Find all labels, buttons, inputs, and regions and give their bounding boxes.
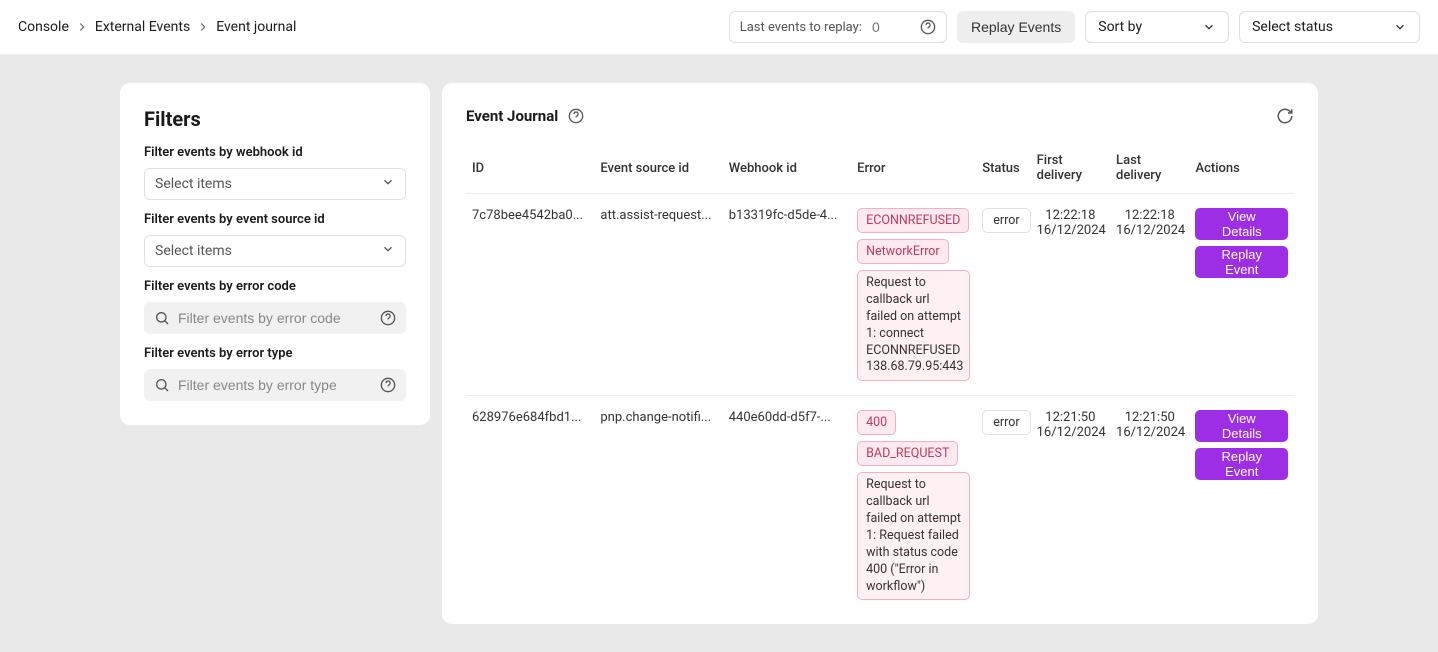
breadcrumb: Console External Events Event journal [18,19,296,35]
cell-source: pnp.change-notifi... [600,410,716,425]
status-badge: error [982,208,1030,233]
help-icon[interactable] [380,377,396,393]
col-webhook: Webhook id [723,143,851,194]
select-status-select[interactable]: Select status [1239,11,1420,43]
actions-stack: View Details Replay Event [1195,208,1288,278]
search-icon [154,310,170,326]
error-code-badge: ECONNREFUSED [857,208,969,233]
filter-source-label: Filter events by event source id [144,212,406,227]
cell-first-delivery: 12:22:18 16/12/2024 [1037,208,1104,238]
filter-error-code-input[interactable] [178,310,372,326]
select-status-label: Select status [1252,19,1333,35]
filter-error-code-label: Filter events by error code [144,279,406,294]
col-first: First delivery [1031,143,1110,194]
filter-source-value: Select items [155,243,232,259]
cell-last-delivery: 12:21:50 16/12/2024 [1116,410,1183,440]
breadcrumb-external-events[interactable]: External Events [95,19,190,35]
chevron-right-icon [75,20,89,34]
error-code-badge: NetworkError [857,239,949,264]
filter-error-type-input[interactable] [178,377,372,393]
help-icon[interactable] [568,108,584,124]
filter-webhook-select[interactable]: Select items [144,168,406,200]
page-body: Filters Filter events by webhook id Sele… [0,55,1438,652]
replay-events-button[interactable]: Replay Events [957,11,1075,43]
help-icon[interactable] [920,19,936,35]
topbar: Console External Events Event journal La… [0,0,1438,55]
chevron-down-icon [381,175,395,193]
actions-stack: View Details Replay Event [1195,410,1288,480]
replay-event-button[interactable]: Replay Event [1195,246,1288,278]
table-header-row: ID Event source id Webhook id Error Stat… [466,143,1294,194]
chevron-down-icon [1202,20,1216,34]
refresh-icon[interactable] [1276,107,1294,125]
chevron-down-icon [1393,20,1407,34]
filter-error-type-label: Filter events by error type [144,346,406,361]
filters-title: Filters [144,107,406,131]
error-code-badge: BAD_REQUEST [857,441,958,466]
filter-error-code-wrap[interactable] [144,302,406,334]
breadcrumb-event-journal[interactable]: Event journal [216,19,296,35]
view-details-button[interactable]: View Details [1195,410,1288,442]
filter-webhook-label: Filter events by webhook id [144,145,406,160]
error-message-badge: Request to callback url failed on attemp… [857,472,970,600]
replay-event-button[interactable]: Replay Event [1195,448,1288,480]
sort-by-select[interactable]: Sort by [1085,11,1229,43]
sort-by-label: Sort by [1098,19,1142,35]
journal-header: Event Journal [466,107,1294,125]
col-id: ID [466,143,594,194]
topbar-right: Last events to replay: Replay Events Sor… [729,11,1420,43]
help-icon[interactable] [380,310,396,326]
error-message-badge: Request to callback url failed on attemp… [857,270,970,381]
breadcrumb-console[interactable]: Console [18,19,69,35]
view-details-button[interactable]: View Details [1195,208,1288,240]
cell-id: 7c78bee4542ba0... [472,208,588,223]
error-stack: ECONNREFUSED NetworkError Request to callb… [857,208,970,381]
journal-panel: Event Journal ID Event source id Webhook… [442,83,1318,624]
cell-source: att.assist-request... [600,208,716,223]
cell-last-delivery: 12:22:18 16/12/2024 [1116,208,1183,238]
filter-webhook-value: Select items [155,176,232,192]
col-last: Last delivery [1110,143,1189,194]
filter-error-type-wrap[interactable] [144,369,406,401]
status-badge: error [982,410,1030,435]
chevron-right-icon [196,20,210,34]
col-actions: Actions [1189,143,1294,194]
journal-title: Event Journal [466,107,558,125]
cell-id: 628976e684fbd1... [472,410,588,425]
replay-label: Last events to replay: [740,20,862,35]
col-error: Error [851,143,976,194]
error-stack: 400 BAD_REQUEST Request to callback url fa… [857,410,970,600]
cell-first-delivery: 12:21:50 16/12/2024 [1037,410,1104,440]
col-source: Event source id [594,143,722,194]
chevron-down-icon [381,242,395,260]
replay-count-input[interactable] [872,19,910,35]
error-code-badge: 400 [857,410,896,435]
filter-source-select[interactable]: Select items [144,235,406,267]
search-icon [154,377,170,393]
filters-panel: Filters Filter events by webhook id Sele… [120,83,430,425]
replay-count-group: Last events to replay: [729,11,947,43]
journal-table: ID Event source id Webhook id Error Stat… [466,143,1294,614]
cell-webhook: b13319fc-d5de-4... [729,208,845,223]
table-row: 7c78bee4542ba0... att.assist-request... b1… [466,194,1294,396]
table-row: 628976e684fbd1... pnp.change-notifi... 440… [466,396,1294,615]
cell-webhook: 440e60dd-d5f7-... [729,410,845,425]
col-status: Status [976,143,1030,194]
